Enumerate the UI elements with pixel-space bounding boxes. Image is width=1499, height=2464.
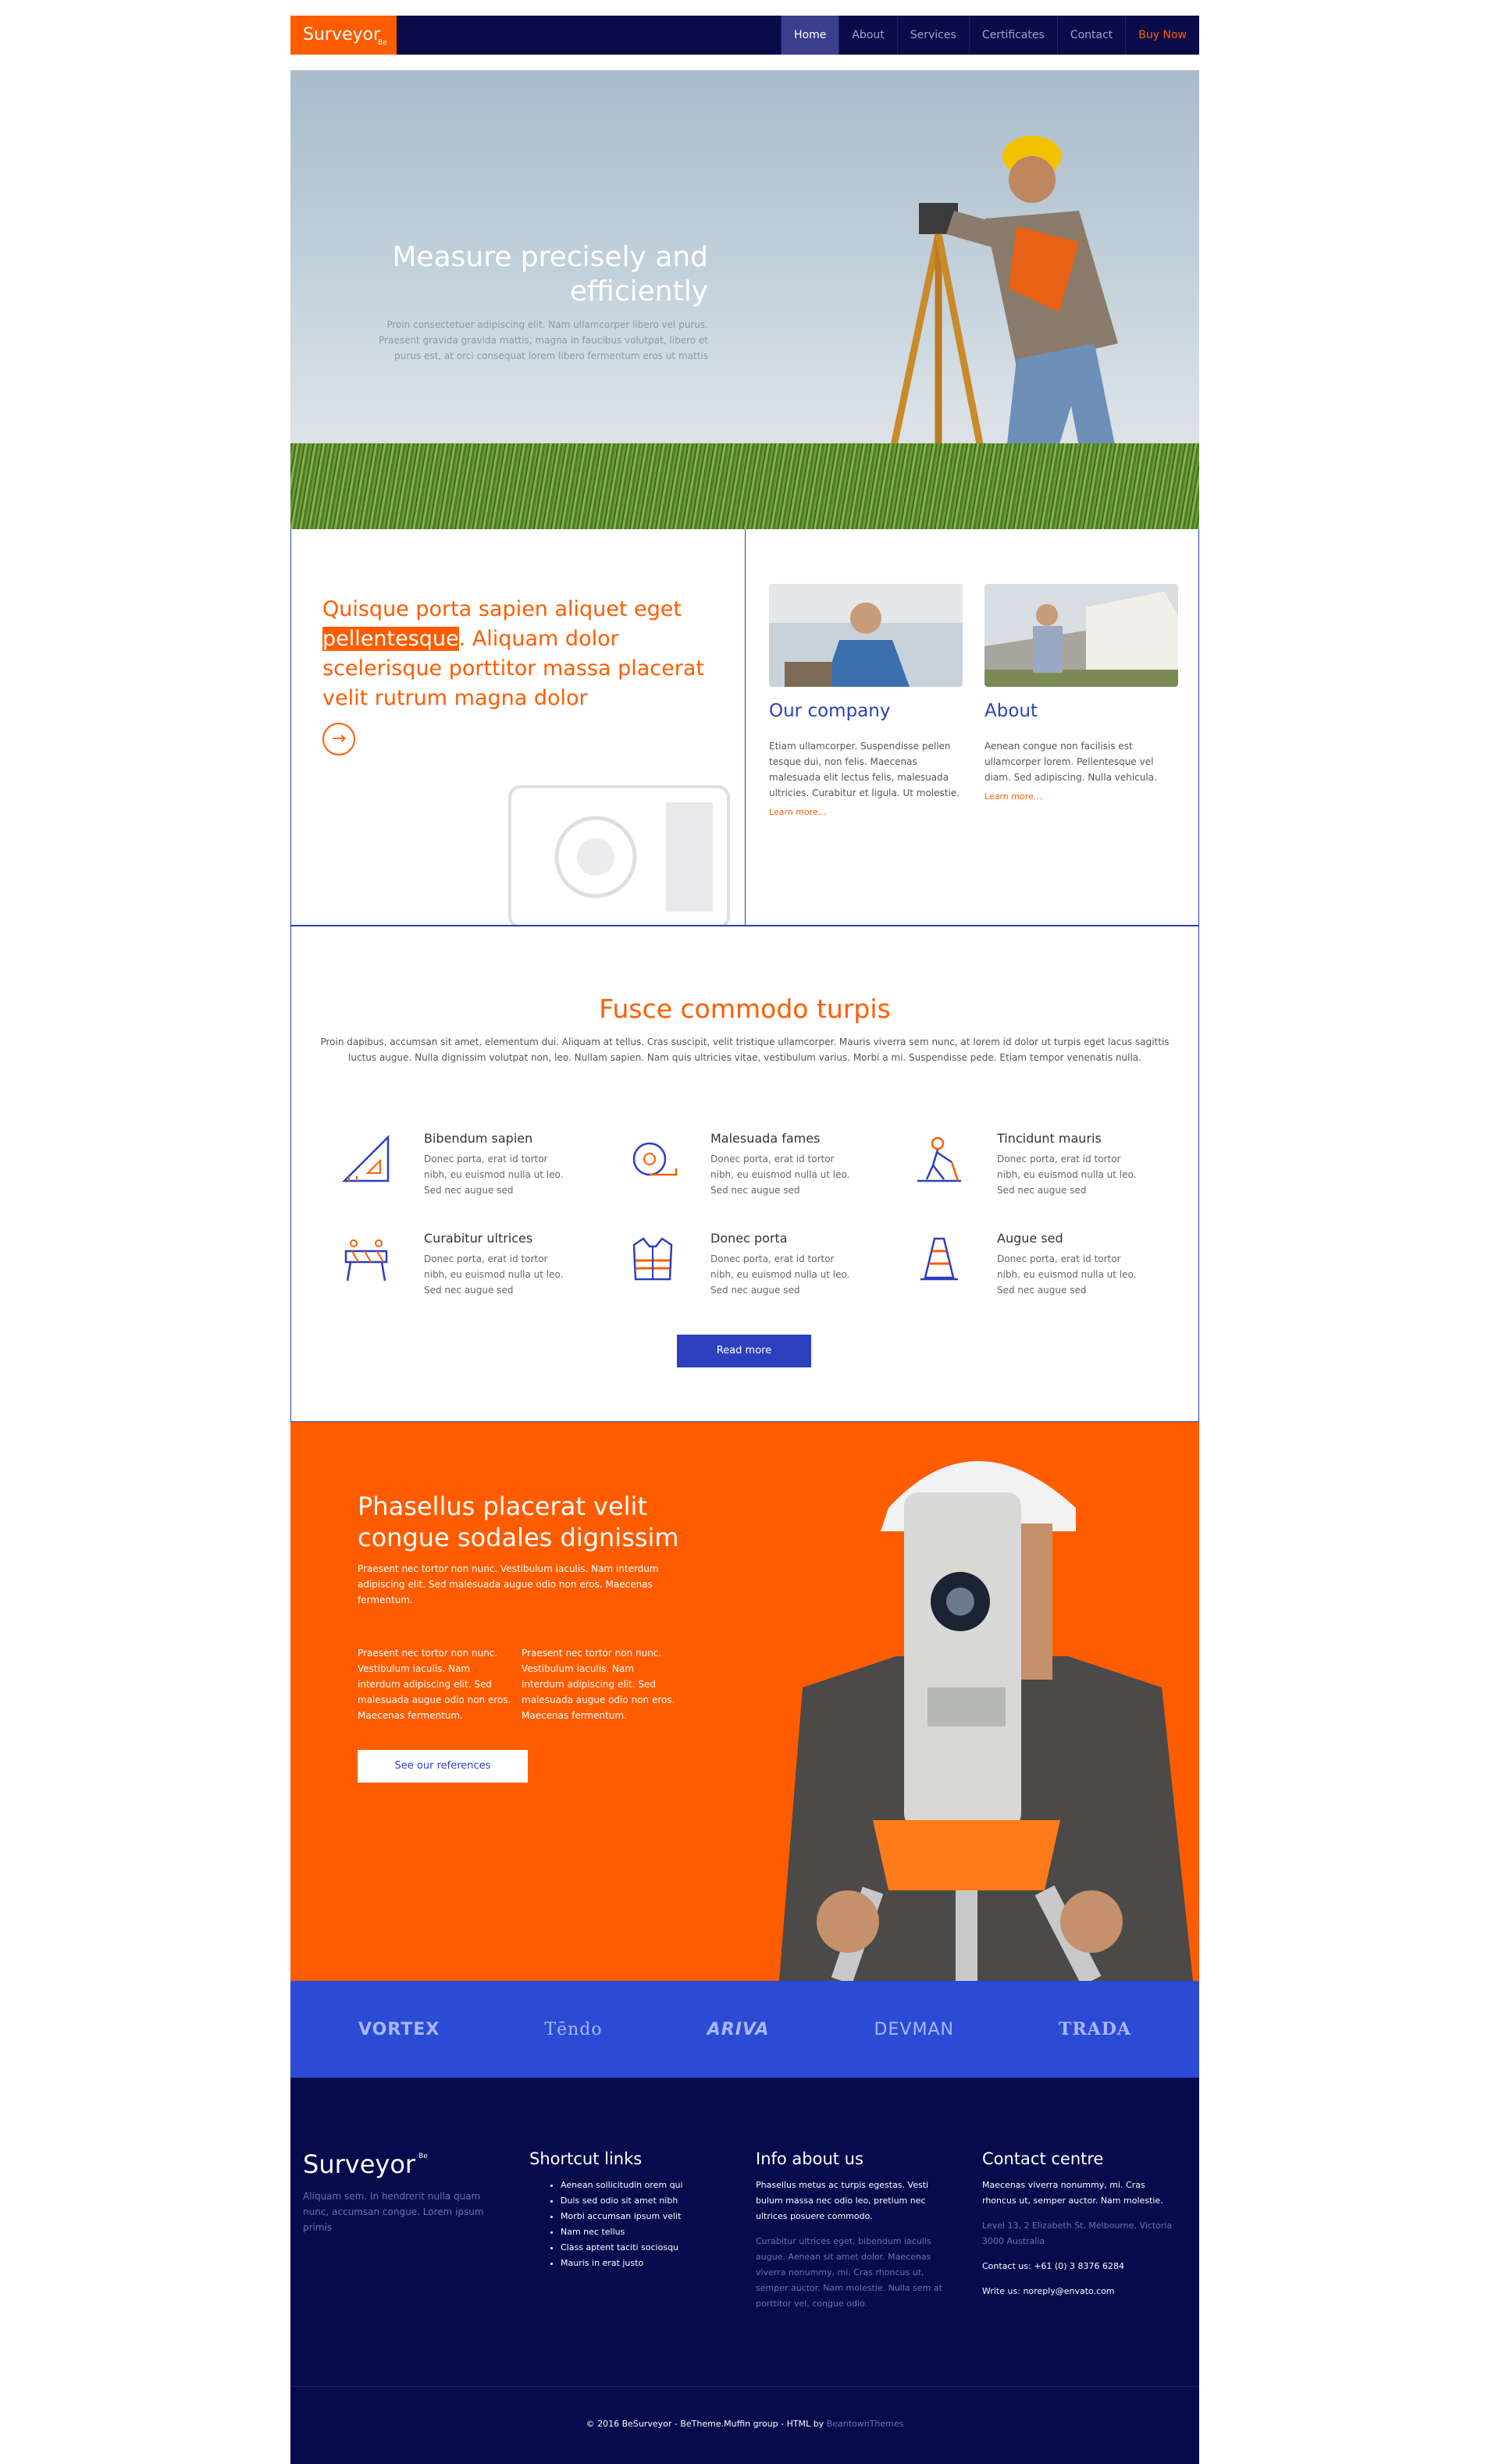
footer-logo[interactable]: Surveyor Be: [303, 2149, 428, 2179]
brand-logo: Tēndo: [544, 2019, 603, 2039]
read-more-button[interactable]: Read more: [677, 1335, 811, 1367]
services-section: Fusce commodo turpis Proin dapibus, accu…: [290, 926, 1199, 1422]
card-our-company: Our company Etiam ullamcorper. Suspendis…: [769, 584, 963, 817]
service-text: Donec porta, erat id tortor nibh, eu eui…: [710, 1154, 850, 1196]
service-item: Augue sed Donec porta, erat id tortor ni…: [914, 1231, 1148, 1317]
site-header: Surveyor Be Home About Services Certifica…: [290, 16, 1199, 55]
brand-logo: DEVMAN: [874, 2019, 954, 2039]
service-title: Malesuada fames: [710, 1131, 821, 1146]
nav-services[interactable]: Services: [896, 16, 969, 55]
nav-contact[interactable]: Contact: [1056, 16, 1125, 55]
learn-more-link[interactable]: Learn more...: [769, 807, 963, 817]
card-title: About: [984, 701, 1038, 721]
hero-title: Measure precisely and efficiently: [392, 241, 708, 308]
service-text: Donec porta, erat id tortor nibh, eu eui…: [424, 1154, 564, 1196]
footer-email[interactable]: Write us: noreply@envato.com: [982, 2284, 1179, 2299]
see-references-button[interactable]: See our references: [358, 1750, 528, 1783]
service-title: Bibendum sapien: [424, 1131, 533, 1146]
arrow-right-icon[interactable]: →: [322, 723, 355, 756]
footer-link[interactable]: Nam nec tellus: [561, 2224, 726, 2240]
brand-logo: TRADA: [1059, 2019, 1131, 2039]
logo-sup: Be: [378, 39, 387, 47]
footer-contact: Contact centre Maecenas viverra nonummy,…: [982, 2149, 1179, 2299]
traffic-cone-icon: [920, 1237, 958, 1281]
references-col-1: Praesent nec tortor non nunc. Vestibulum…: [358, 1648, 511, 1721]
road-worker-icon: [917, 1136, 961, 1182]
footer-links: Aenean sollicitudin orem qui Duis sed od…: [529, 2178, 726, 2271]
barrier-icon: [344, 1239, 388, 1282]
nav-about[interactable]: About: [839, 16, 896, 55]
service-title: Donec porta: [710, 1231, 788, 1246]
brand-logo: ARIVA: [707, 2019, 770, 2039]
footer-phone[interactable]: Contact us: +61 (0) 3 8376 6284: [982, 2259, 1179, 2274]
footer-address: Level 13, 2 Elizabeth St, Melbourne, Vic…: [982, 2220, 1173, 2246]
service-title: Tincidunt mauris: [997, 1131, 1102, 1146]
footer-info-dim: Curabitur ultrices eget, bibendum iaculi…: [756, 2236, 942, 2309]
references-col-2: Praesent nec tortor non nunc. Vestibulum…: [522, 1648, 675, 1721]
footer-link[interactable]: Mauris in erat justo: [561, 2256, 726, 2271]
service-text: Donec porta, erat id tortor nibh, eu eui…: [997, 1253, 1137, 1296]
references-title: Phasellus placerat velit congue sodales …: [358, 1492, 679, 1552]
our-company-image: [769, 584, 963, 687]
footer-link[interactable]: Morbi accumsan ipsum velit: [561, 2209, 726, 2224]
copyright-text: © 2016 BeSurveyor - BeTheme.Muffin group…: [586, 2419, 827, 2429]
main-nav: Home About Services Certificates Contact…: [781, 16, 1199, 55]
safety-vest-icon: [632, 1237, 673, 1281]
services-title: Fusce commodo turpis: [599, 994, 891, 1024]
surveyor-photo: [779, 1461, 1193, 1981]
footer-link[interactable]: Aenean sollicitudin orem qui: [561, 2178, 726, 2193]
about-image: [984, 584, 1178, 687]
tape-measure-icon: [632, 1142, 678, 1176]
card-about: About Aenean congue non facilisis est ul…: [984, 584, 1178, 802]
service-item: Bibendum sapien Donec porta, erat id tor…: [341, 1131, 575, 1217]
service-title: Curabitur ultrices: [424, 1231, 533, 1246]
set-square-icon: [341, 1134, 390, 1182]
site-footer: Surveyor Be Aliquam sem. In hendrerit nul…: [290, 2078, 1199, 2464]
references-section: Phasellus placerat velit congue sodales …: [290, 1422, 1199, 1981]
service-item: Curabitur ultrices Donec porta, erat id …: [341, 1231, 575, 1317]
service-title: Augue sed: [997, 1231, 1063, 1246]
footer-contact-text: Maecenas viverra nonummy, mi. Cras rhonc…: [982, 2180, 1163, 2206]
services-intro: Proin dapibus, accumsan sit amet, elemen…: [320, 1036, 1170, 1063]
references-lead: Praesent nec tortor non nunc. Vestibulum…: [358, 1563, 659, 1605]
logo[interactable]: Surveyor Be: [290, 16, 397, 55]
intro-section: Quisque porta sapien aliquet eget pellen…: [290, 529, 1199, 926]
footer-link[interactable]: Duis sed odio sit amet nibh: [561, 2193, 726, 2209]
intro-heading: Quisque porta sapien aliquet eget pellen…: [322, 597, 704, 710]
total-station-watermark: [508, 785, 730, 925]
card-text: Etiam ullamcorper. Suspendisse pellen te…: [769, 741, 960, 798]
service-text: Donec porta, erat id tortor nibh, eu eui…: [424, 1253, 564, 1296]
service-item: Donec porta Donec porta, erat id tortor …: [628, 1231, 862, 1317]
nav-buy-now[interactable]: Buy Now: [1125, 16, 1199, 55]
footer-link[interactable]: Class aptent taciti sociosqu: [561, 2240, 726, 2256]
footer-heading: Info about us: [756, 2149, 863, 2168]
card-text: Aenean congue non facilisis est ullamcor…: [984, 741, 1157, 783]
footer-shortcuts: Shortcut links Aenean sollicitudin orem …: [529, 2149, 726, 2271]
service-text: Donec porta, erat id tortor nibh, eu eui…: [997, 1154, 1137, 1196]
learn-more-link[interactable]: Learn more...: [984, 791, 1178, 802]
service-text: Donec porta, erat id tortor nibh, eu eui…: [710, 1253, 850, 1296]
footer-heading: Shortcut links: [529, 2149, 643, 2168]
intro-left-panel: Quisque porta sapien aliquet eget pellen…: [291, 529, 746, 925]
nav-certificates[interactable]: Certificates: [968, 16, 1057, 55]
logo-text: Surveyor: [303, 25, 381, 44]
service-item: Malesuada fames Donec porta, erat id tor…: [628, 1131, 862, 1217]
footer-info-text: Phasellus metus ac turpis egestas. Vesti…: [756, 2180, 929, 2221]
brand-logo: VORTEX: [358, 2019, 440, 2039]
brand-logos: VORTEX Tēndo ARIVA DEVMAN TRADA: [290, 1981, 1199, 2078]
footer-info: Info about us Phasellus metus ac turpis …: [756, 2149, 952, 2312]
grass: [290, 443, 1199, 529]
copyright-link[interactable]: BeantownThemes: [827, 2419, 904, 2429]
hero-section: Measure precisely and efficiently Proin …: [290, 70, 1199, 529]
intro-highlight: pellentesque: [322, 627, 459, 651]
footer-about: Aliquam sem. In hendrerit nulla quam nun…: [303, 2191, 484, 2233]
hero-text: Proin consectetuer adipiscing elit. Nam …: [379, 319, 708, 361]
card-title: Our company: [769, 701, 891, 721]
footer-heading: Contact centre: [982, 2149, 1104, 2168]
nav-home[interactable]: Home: [781, 16, 839, 55]
copyright-bar: © 2016 BeSurveyor - BeTheme.Muffin group…: [290, 2386, 1199, 2464]
service-item: Tincidunt mauris Donec porta, erat id to…: [914, 1131, 1148, 1217]
